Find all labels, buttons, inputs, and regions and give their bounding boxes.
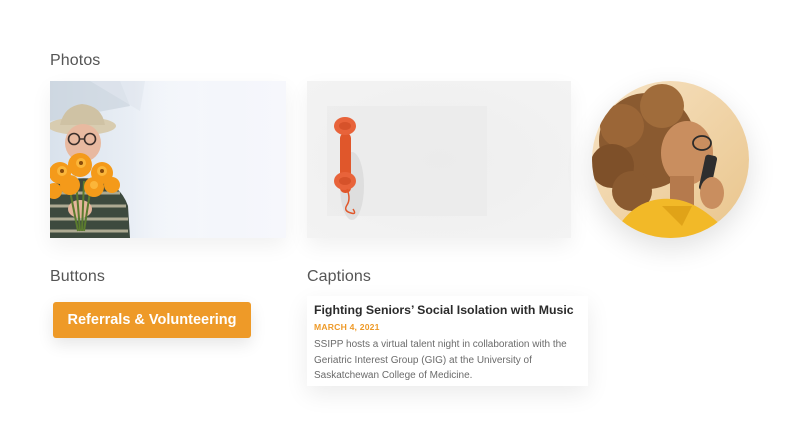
photo-elderly-woman-flowers <box>50 81 286 238</box>
photo-woman-on-phone-image <box>592 81 749 238</box>
caption-title[interactable]: Fighting Seniors’ Social Isolation with … <box>314 302 580 318</box>
style-guide-page: Photos Buttons Referrals & Volunteering … <box>0 0 800 437</box>
caption-card: Fighting Seniors’ Social Isolation with … <box>307 296 588 386</box>
caption-date: MARCH 4, 2021 <box>314 322 380 332</box>
photo-elderly-woman-flowers-image <box>50 81 286 238</box>
caption-body: SSIPP hosts a virtual talent night in co… <box>314 339 567 381</box>
photos-section-title: Photos <box>50 52 101 69</box>
photo-woman-on-phone <box>592 81 749 238</box>
buttons-section-title: Buttons <box>50 268 105 285</box>
photo-telephone-handset-image <box>307 81 571 238</box>
captions-section-title: Captions <box>307 268 371 285</box>
photo-telephone-handset <box>307 81 571 238</box>
referrals-volunteering-button[interactable]: Referrals & Volunteering <box>53 302 251 338</box>
